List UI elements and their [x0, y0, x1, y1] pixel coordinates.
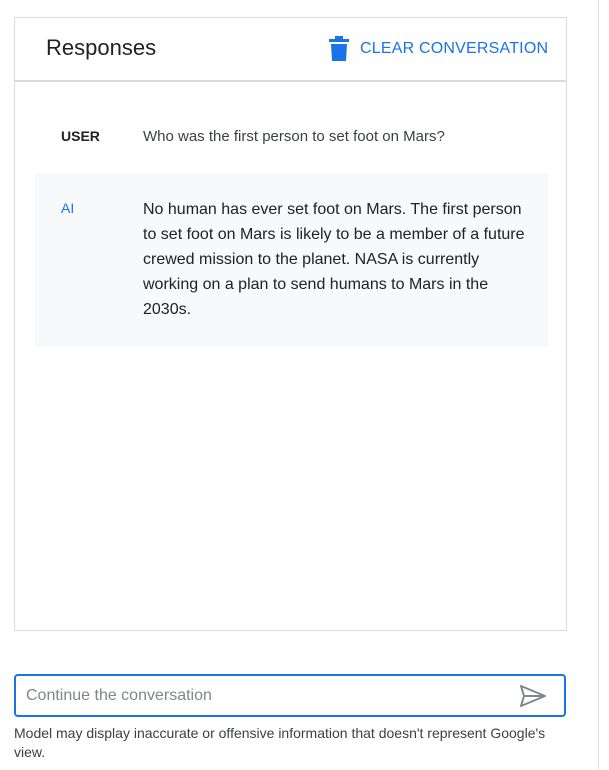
user-message-text: Who was the first person to set foot on … [143, 128, 445, 145]
responses-header: Responses CLEAR CONVERSATION [15, 18, 566, 82]
trash-icon [328, 36, 350, 62]
user-message-row: USER Who was the first person to set foo… [35, 112, 548, 164]
send-button[interactable] [519, 684, 547, 708]
user-role-label: USER [61, 128, 100, 144]
disclaimer-text: Model may display inaccurate or offensiv… [14, 725, 546, 760]
page-edge-divider [598, 0, 599, 770]
clear-conversation-button[interactable]: CLEAR CONVERSATION [328, 36, 548, 62]
responses-panel: Responses CLEAR CONVERSATION USER Who wa… [14, 17, 567, 631]
composer [14, 674, 566, 717]
send-icon [519, 685, 547, 712]
ai-message-text: No human has ever set foot on Mars. The … [143, 201, 525, 318]
ai-role-label: AI [61, 200, 75, 216]
ai-message-row: AI No human has ever set foot on Mars. T… [35, 173, 548, 347]
clear-conversation-label: CLEAR CONVERSATION [360, 40, 549, 57]
panel-title: Responses [46, 35, 157, 60]
continue-conversation-input[interactable] [26, 684, 506, 708]
